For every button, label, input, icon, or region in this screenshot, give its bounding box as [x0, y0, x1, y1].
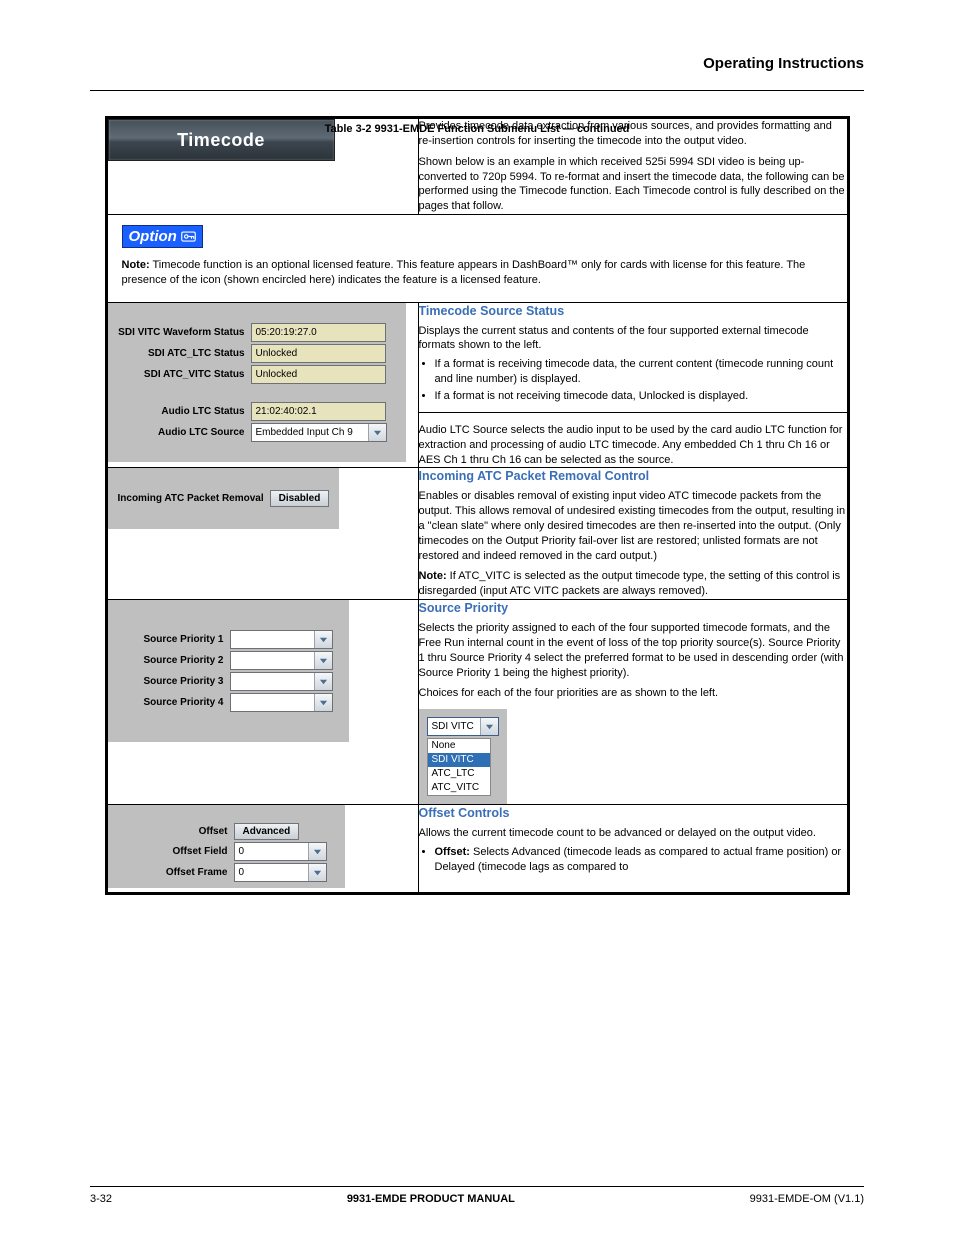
label-offset: Offset	[158, 826, 234, 837]
chevron-down-icon[interactable]	[308, 864, 326, 881]
status-bullets: If a format is receiving timecode data, …	[435, 357, 847, 404]
audio-ltc-desc: Audio LTC Source selects the audio input…	[419, 423, 847, 468]
value-sdi-atc-ltc: Unlocked	[251, 344, 386, 363]
chevron-down-icon[interactable]	[314, 694, 332, 711]
status-desc: Displays the current status and contents…	[419, 324, 847, 354]
offset-bullet1-label: Offset:	[435, 846, 470, 858]
separator	[419, 412, 847, 413]
chevron-down-icon[interactable]	[308, 843, 326, 860]
atc-removal-panel: Incoming ATC Packet Removal Disabled	[108, 468, 340, 529]
header-chapter: Operating Instructions	[703, 55, 864, 72]
label-priority-1: Source Priority 1	[124, 634, 230, 645]
priority-options-demo: SDI VITC None SDI VITC ATC_LTC ATC_VITC	[419, 709, 507, 804]
label-priority-2: Source Priority 2	[124, 655, 230, 666]
offset-heading: Offset Controls	[419, 805, 847, 822]
option-badge-label: Option	[129, 228, 177, 245]
offset-toggle[interactable]: Advanced	[234, 823, 300, 840]
offset-panel: Offset Advanced Offset Field 0 Offset Fr…	[108, 805, 345, 888]
option-badge: Option	[122, 225, 203, 248]
offset-bullets: Offset: Selects Advanced (timecode leads…	[435, 845, 847, 875]
chevron-down-icon[interactable]	[314, 673, 332, 690]
demo-listbox[interactable]: None SDI VITC ATC_LTC ATC_VITC	[427, 738, 491, 796]
atc-note-text: If ATC_VITC is selected as the output ti…	[419, 570, 841, 597]
footer-rule	[90, 1186, 864, 1187]
label-sdi-vitc-waveform: SDI VITC Waveform Status	[110, 327, 251, 338]
demo-dropdown[interactable]: SDI VITC	[427, 717, 499, 736]
atc-removal-toggle[interactable]: Disabled	[270, 490, 330, 507]
page-footer: 3-32 9931-EMDE PRODUCT MANUAL 9931-EMDE-…	[50, 1193, 904, 1205]
atc-desc: Enables or disables removal of existing …	[419, 489, 847, 563]
atc-heading: Incoming ATC Packet Removal Control	[419, 468, 847, 485]
dropdown-offset-frame[interactable]: 0	[234, 863, 327, 882]
option-atc-ltc[interactable]: ATC_LTC	[428, 767, 490, 781]
chevron-down-icon[interactable]	[480, 718, 498, 735]
atc-note: Note: If ATC_VITC is selected as the out…	[419, 569, 847, 599]
offset-field-value: 0	[235, 843, 308, 860]
dropdown-priority-3[interactable]	[230, 672, 333, 691]
note-prefix: Note:	[122, 259, 150, 271]
bullet-unlocked: If a format is not receiving timecode da…	[435, 389, 847, 404]
atc-note-prefix: Note:	[419, 570, 447, 582]
value-sdi-atc-vitc: Unlocked	[251, 365, 386, 384]
dropdown-priority-4[interactable]	[230, 693, 333, 712]
label-audio-ltc-status: Audio LTC Status	[110, 406, 251, 417]
label-atc-removal: Incoming ATC Packet Removal	[118, 493, 270, 504]
chevron-down-icon[interactable]	[314, 631, 332, 648]
option-note: Note: Timecode function is an optional l…	[122, 258, 833, 288]
label-audio-ltc-source: Audio LTC Source	[110, 427, 251, 438]
chevron-down-icon[interactable]	[314, 652, 332, 669]
note-text: Timecode function is an optional license…	[122, 259, 806, 286]
dropdown-priority-2[interactable]	[230, 651, 333, 670]
priority-heading: Source Priority	[419, 600, 847, 617]
offset-frame-value: 0	[235, 864, 308, 881]
dd-text	[231, 673, 314, 690]
label-offset-frame: Offset Frame	[158, 867, 234, 878]
license-key-icon	[181, 230, 196, 243]
tab-description2: Shown below is an example in which recei…	[419, 155, 847, 214]
dd-text	[231, 631, 314, 648]
demo-dd-selected: SDI VITC	[428, 718, 480, 735]
header-rule	[90, 90, 864, 91]
option-sdi-vitc[interactable]: SDI VITC	[428, 753, 490, 767]
label-sdi-atc-vitc: SDI ATC_VITC Status	[110, 369, 251, 380]
table-caption: Table 3-2 9931-EMDE Function Submenu Lis…	[0, 123, 954, 135]
value-audio-ltc-status: 21:02:40:02.1	[251, 402, 386, 421]
priority-panel: Source Priority 1 Source Priority 2	[108, 600, 349, 742]
dd-text	[231, 694, 314, 711]
offset-desc: Allows the current timecode count to be …	[419, 826, 847, 841]
dropdown-selected: Embedded Input Ch 9	[252, 424, 368, 441]
dropdown-priority-1[interactable]	[230, 630, 333, 649]
option-none[interactable]: None	[428, 739, 490, 753]
chevron-down-icon[interactable]	[368, 424, 386, 441]
footer-title: 9931-EMDE PRODUCT MANUAL	[347, 1193, 515, 1205]
bullet-locked: If a format is receiving timecode data, …	[435, 357, 847, 387]
status-panel: SDI VITC Waveform Status 05:20:19:27.0 S…	[108, 303, 406, 462]
dd-text	[231, 652, 314, 669]
priority-lead: Choices for each of the four priorities …	[419, 686, 847, 701]
offset-bullet1-text: Selects Advanced (timecode leads as comp…	[435, 846, 842, 873]
priority-desc: Selects the priority assigned to each of…	[419, 621, 847, 680]
footer-doc: 9931-EMDE-OM (V1.1)	[750, 1193, 864, 1205]
label-priority-4: Source Priority 4	[124, 697, 230, 708]
label-priority-3: Source Priority 3	[124, 676, 230, 687]
dropdown-offset-field[interactable]: 0	[234, 842, 327, 861]
option-atc-vitc[interactable]: ATC_VITC	[428, 781, 490, 795]
label-sdi-atc-ltc: SDI ATC_LTC Status	[110, 348, 251, 359]
status-heading: Timecode Source Status	[419, 303, 847, 320]
label-offset-field: Offset Field	[158, 846, 234, 857]
dropdown-audio-ltc-source[interactable]: Embedded Input Ch 9	[251, 423, 387, 442]
footer-page: 3-32	[90, 1193, 112, 1205]
function-table: Timecode Provides timecode data extracti…	[105, 116, 850, 895]
value-sdi-vitc-waveform: 05:20:19:27.0	[251, 323, 386, 342]
